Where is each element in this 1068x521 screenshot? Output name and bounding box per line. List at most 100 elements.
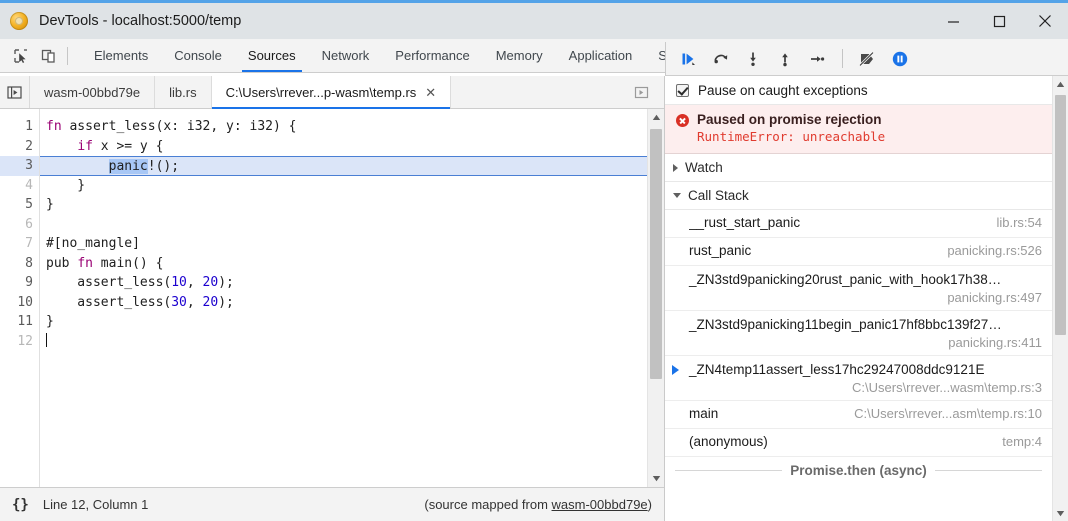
code-line[interactable]: } <box>40 176 647 196</box>
tab-sources[interactable]: Sources <box>235 39 309 72</box>
editor-scroll-thumb[interactable] <box>650 129 662 379</box>
code-line[interactable]: fn assert_less(x: i32, y: i32) { <box>40 117 647 137</box>
code-line[interactable]: panic!(); <box>40 156 647 176</box>
source-map-link[interactable]: wasm-00bbd79e <box>552 497 648 512</box>
source-tab-libs[interactable]: lib.rs <box>155 76 212 108</box>
pause-on-caught-exceptions-checkbox[interactable] <box>676 83 689 97</box>
pause-on-caught-exceptions-row[interactable]: Pause on caught exceptions <box>665 76 1052 105</box>
line-number[interactable]: 7 <box>0 234 39 254</box>
code-token: , <box>186 275 203 290</box>
deactivate-breakpoints-icon[interactable] <box>854 46 882 72</box>
code-line[interactable] <box>40 332 647 352</box>
show-navigator-icon[interactable] <box>0 76 30 108</box>
code-line[interactable]: } <box>40 195 647 215</box>
tab-console[interactable]: Console <box>161 39 235 72</box>
call-stack-row[interactable]: _ZN4temp11assert_less17hc29247008ddc9121… <box>665 356 1052 401</box>
devtools-window: DevTools - localhost:5000/temp Elements … <box>0 0 1068 521</box>
call-stack-location: panicking.rs:497 <box>947 290 1042 305</box>
step-icon[interactable] <box>803 46 831 72</box>
call-stack-row[interactable]: (anonymous) temp:4 <box>665 429 1052 457</box>
divider-line-left <box>675 470 783 471</box>
tab-elements-label: Elements <box>94 48 149 63</box>
close-tab-icon[interactable]: ✕ <box>425 86 436 99</box>
code-line[interactable] <box>40 215 647 235</box>
line-number-gutter[interactable]: 1 2 3 4 5 6 7 8 9 10 11 12 <box>0 109 40 487</box>
code-line[interactable]: if x >= y { <box>40 137 647 157</box>
pause-on-exceptions-icon[interactable] <box>886 46 914 72</box>
scroll-down-arrow-icon[interactable] <box>648 470 664 487</box>
code-token: ); <box>218 294 234 310</box>
code-token: assert_less( <box>46 275 172 290</box>
code-line[interactable]: pub fn main() { <box>40 254 647 274</box>
debugger-vertical-scrollbar[interactable] <box>1052 76 1068 521</box>
inspect-element-icon[interactable] <box>8 43 34 69</box>
line-number[interactable]: 1 <box>0 117 39 137</box>
code-token: assert_less(x: i32, y: i32) { <box>61 119 297 134</box>
tab-network[interactable]: Network <box>309 39 383 72</box>
code-lines[interactable]: fn assert_less(x: i32, y: i32) { if x >=… <box>40 109 647 487</box>
tab-performance[interactable]: Performance <box>382 39 482 72</box>
call-stack-location: panicking.rs:411 <box>948 335 1042 350</box>
code-line[interactable]: assert_less(10, 20); <box>40 273 647 293</box>
line-number[interactable]: 6 <box>0 215 39 235</box>
call-stack-row[interactable]: _ZN3std9panicking11begin_panic17hf8bbc13… <box>665 311 1052 356</box>
more-tabs-icon[interactable] <box>626 85 656 100</box>
editor-vertical-scrollbar[interactable] <box>647 109 664 487</box>
call-stack-row[interactable]: __rust_start_panic lib.rs:54 <box>665 210 1052 238</box>
tab-performance-label: Performance <box>395 48 470 63</box>
line-number[interactable]: 10 <box>0 293 39 313</box>
minimize-icon[interactable] <box>930 3 976 39</box>
call-stack-function-name: __rust_start_panic <box>689 215 801 230</box>
code-token: , <box>186 294 203 310</box>
step-into-next-function-call-icon[interactable] <box>739 46 767 72</box>
code-line[interactable]: #[no_mangle] <box>40 234 647 254</box>
maximize-icon[interactable] <box>976 3 1022 39</box>
code-line[interactable]: } <box>40 312 647 332</box>
divider-line-right <box>934 470 1043 471</box>
source-map-suffix: ) <box>647 497 652 512</box>
line-number[interactable]: 9 <box>0 273 39 293</box>
window-controls <box>930 3 1068 39</box>
tab-memory[interactable]: Memory <box>483 39 556 72</box>
close-icon[interactable] <box>1022 3 1068 39</box>
source-map-info: (source mapped from wasm-00bbd79e) <box>424 497 652 512</box>
call-stack-list: __rust_start_panic lib.rs:54 rust_panic pan… <box>665 210 1052 457</box>
section-watch[interactable]: Watch <box>665 154 1052 182</box>
code-token: !(); <box>147 159 180 174</box>
call-stack-row[interactable]: main C:\Users\rrever...asm\temp.rs:10 <box>665 401 1052 429</box>
source-tab-wasm[interactable]: wasm-00bbd79e <box>30 76 156 108</box>
tab-memory-label: Memory <box>495 48 543 63</box>
code-editor[interactable]: 1 2 3 4 5 6 7 8 9 10 11 12 fn assert_less(x: i32, y… <box>0 109 664 487</box>
line-number[interactable]: 4 <box>0 176 39 196</box>
call-stack-row[interactable]: rust_panic panicking.rs:526 <box>665 238 1052 266</box>
call-stack-row[interactable]: _ZN3std9panicking20rust_panic_with_hook1… <box>665 266 1052 311</box>
code-token: } <box>46 314 54 329</box>
text-caret <box>46 332 47 347</box>
line-number[interactable]: 11 <box>0 312 39 332</box>
code-token: #[no_mangle] <box>46 236 140 251</box>
line-number[interactable]: 2 <box>0 137 39 157</box>
debugger-scroll-up-arrow-icon[interactable] <box>1053 76 1068 92</box>
tab-elements[interactable]: Elements <box>81 39 161 72</box>
step-out-of-current-function-icon[interactable] <box>771 46 799 72</box>
async-stack-label: Promise.then (async) <box>790 463 927 478</box>
source-tab-temp[interactable]: C:\Users\rrever...p-wasm\temp.rs ✕ <box>211 76 452 109</box>
line-number[interactable]: 5 <box>0 195 39 215</box>
debugger-scroll-thumb[interactable] <box>1055 95 1066 335</box>
line-number[interactable]: 8 <box>0 254 39 274</box>
async-stack-divider: Promise.then (async) <box>665 457 1052 484</box>
code-line[interactable]: assert_less(30, 20); <box>40 293 647 313</box>
resume-script-execution-icon[interactable] <box>675 46 703 72</box>
debugger-scroll-down-arrow-icon[interactable] <box>1053 505 1068 521</box>
paused-banner-message: RuntimeError: unreachable <box>697 129 886 144</box>
toggle-device-toolbar-icon[interactable] <box>36 43 62 69</box>
line-number[interactable]: 12 <box>0 332 39 352</box>
line-number[interactable]: 3 <box>0 156 39 176</box>
source-tabstrip: wasm-00bbd79e lib.rs C:\Users\rrever...p… <box>0 76 664 109</box>
scroll-up-arrow-icon[interactable] <box>648 109 664 126</box>
tab-application[interactable]: Application <box>556 39 646 72</box>
pretty-print-icon[interactable]: {} <box>12 497 29 513</box>
step-over-next-function-call-icon[interactable] <box>707 46 735 72</box>
debugger-toolbar <box>665 42 1068 76</box>
section-call-stack[interactable]: Call Stack <box>665 182 1052 210</box>
